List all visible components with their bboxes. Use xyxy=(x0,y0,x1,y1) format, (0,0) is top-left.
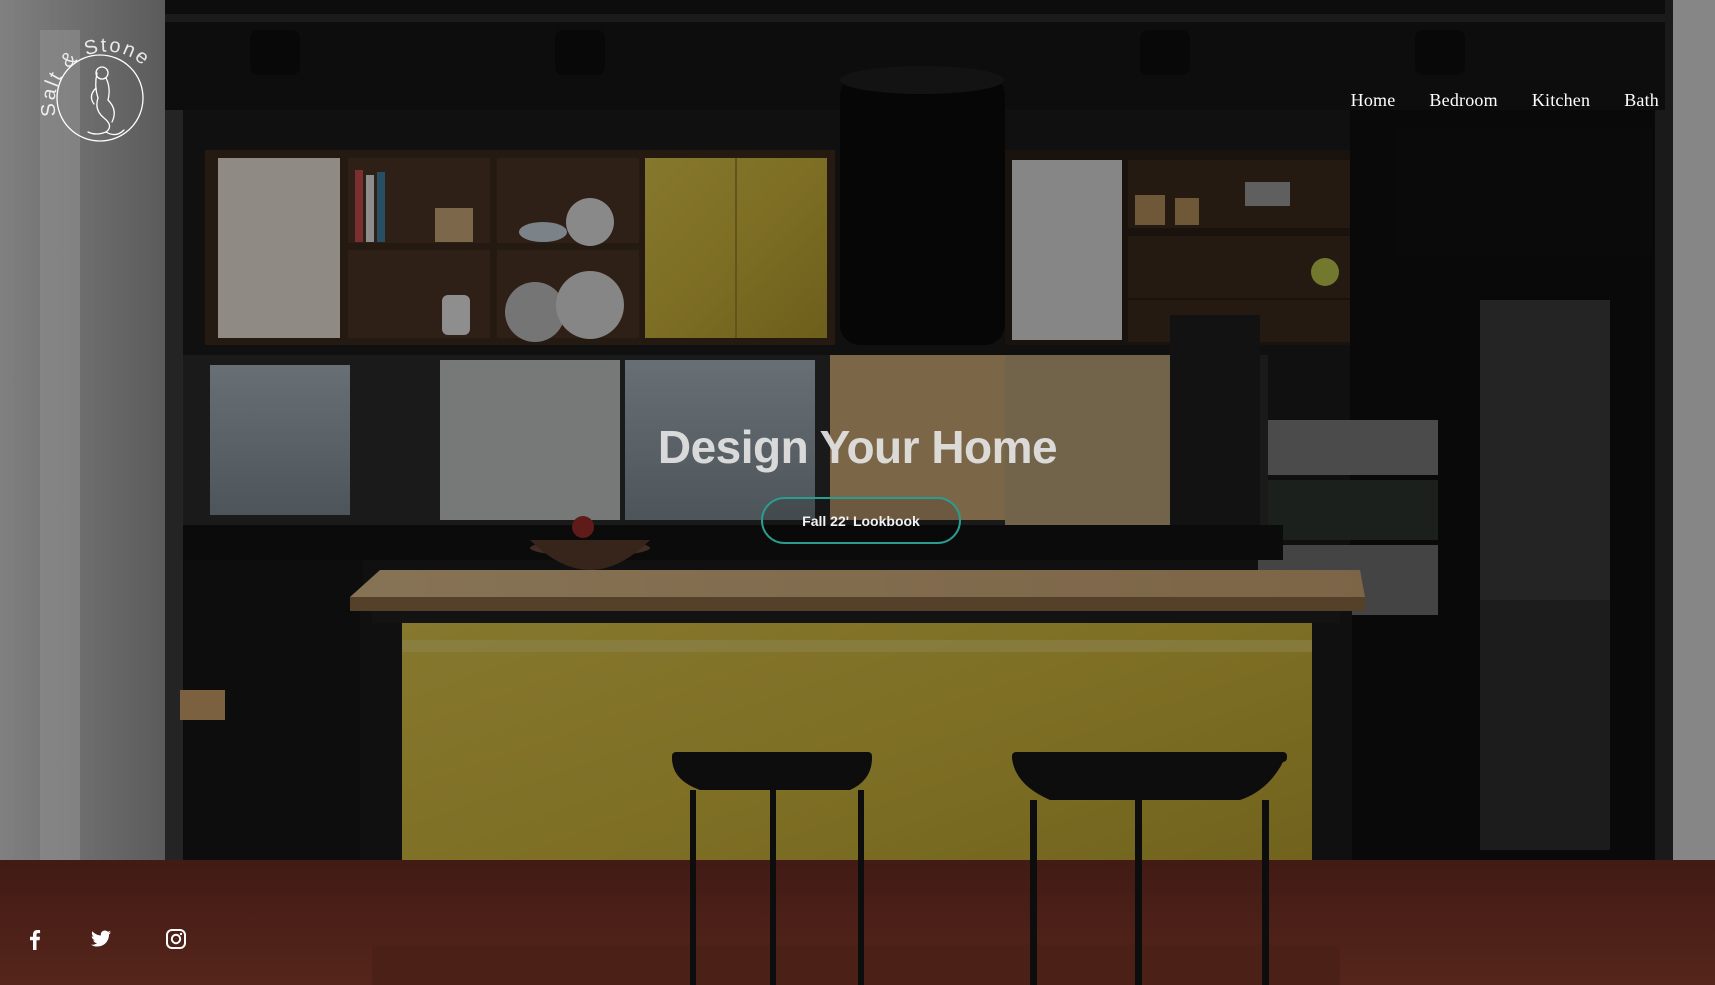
facebook-icon xyxy=(30,930,41,950)
page: Salt & Stone Home Bedroom Kitchen Bath D… xyxy=(0,0,1715,985)
nav-item-home[interactable]: Home xyxy=(1351,90,1396,111)
hero-dark-overlay xyxy=(0,0,1715,985)
hero-title: Design Your Home xyxy=(657,421,1058,473)
brand-logo[interactable]: Salt & Stone xyxy=(36,26,166,156)
nav-item-bedroom[interactable]: Bedroom xyxy=(1429,90,1497,111)
instagram-icon xyxy=(166,929,186,949)
mermaid-icon: Salt & Stone xyxy=(37,34,153,142)
twitter-link[interactable] xyxy=(88,926,114,952)
nav-item-kitchen[interactable]: Kitchen xyxy=(1532,90,1590,111)
lookbook-button[interactable]: Fall 22' Lookbook xyxy=(761,497,961,544)
main-nav: Home Bedroom Kitchen Bath xyxy=(1351,90,1659,111)
facebook-link[interactable] xyxy=(22,926,48,952)
hero-background-image xyxy=(0,0,1715,985)
nav-item-bath[interactable]: Bath xyxy=(1624,90,1659,111)
twitter-icon xyxy=(91,930,111,947)
instagram-link[interactable] xyxy=(163,926,189,952)
